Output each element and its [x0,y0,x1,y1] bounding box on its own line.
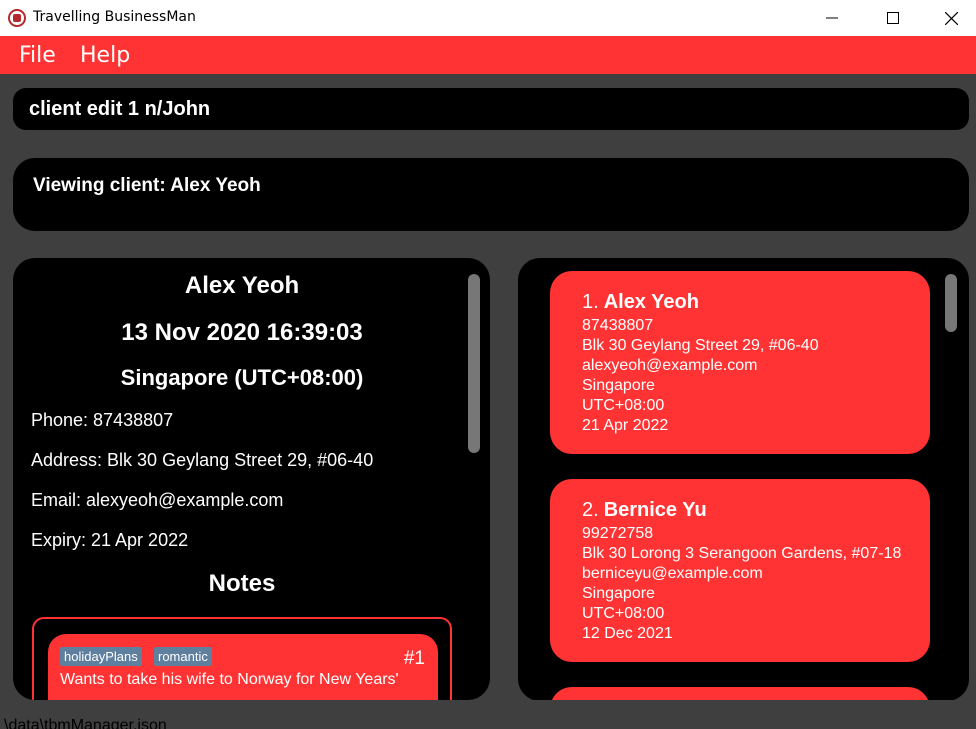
result-display: Viewing client: Alex Yeoh [13,158,969,231]
client-list-panel: 1. Alex Yeoh 87438807 Blk 30 Geylang Stre… [518,258,969,701]
menu-bar: File Help [0,36,976,74]
window-title: Travelling BusinessMan [33,9,196,25]
save-location: \data\tbmManager.json [4,717,167,729]
status-bar: \data\tbmManager.json [0,700,976,729]
menu-file[interactable]: File [19,43,56,68]
client-timezone: UTC+08:00 [582,397,665,414]
client-detail-panel: Alex Yeoh 13 Nov 2020 16:39:03 Singapore… [13,258,490,700]
detail-phone: Phone: 87438807 [31,410,174,430]
client-card[interactable]: 2. Bernice Yu 99272758 Blk 30 Lorong 3 Se… [550,479,930,662]
client-card-header: 2. Bernice Yu [582,499,707,522]
client-email: berniceyu@example.com [582,565,763,582]
title-bar: Travelling BusinessMan [0,0,976,36]
close-button[interactable] [922,0,976,36]
client-email: alexyeoh@example.com [582,357,758,374]
list-scrollbar[interactable] [945,274,957,332]
client-country: Singapore [582,377,655,394]
client-index: 2. [582,499,599,521]
detail-timezone: Singapore (UTC+08:00) [120,365,364,390]
client-timezone: UTC+08:00 [582,605,665,622]
command-input[interactable]: client edit 1 n/John [13,88,969,130]
client-address: Blk 30 Lorong 3 Serangoon Gardens, #07-1… [582,545,902,562]
detail-expiry: Expiry: 21 Apr 2022 [31,530,189,550]
note-tag: romantic [154,647,212,666]
maximize-icon [887,12,899,24]
note-text: Wants to take his wife to Norway for New… [60,671,399,688]
notes-heading: Notes [208,570,276,597]
client-address: Blk 30 Geylang Street 29, #06-40 [582,337,819,354]
note-number: #1 [403,648,425,669]
client-expiry: 21 Apr 2022 [582,417,669,434]
maximize-button[interactable] [864,0,922,36]
result-message: Viewing client: Alex Yeoh [33,175,261,196]
note-tag: holidayPlans [60,647,142,666]
detail-name: Alex Yeoh [184,272,300,299]
detail-local-time: 13 Nov 2020 16:39:03 [121,319,363,346]
client-phone: 99272758 [582,525,654,542]
command-text: client edit 1 n/John [29,98,211,120]
client-country: Singapore [582,585,655,602]
detail-email: Email: alexyeoh@example.com [31,490,284,510]
client-expiry: 12 Dec 2021 [582,625,673,642]
client-name: Alex Yeoh [603,291,699,313]
client-card-header: 1. Alex Yeoh [582,291,699,314]
minimize-icon [826,17,838,19]
notes-list[interactable]: holidayPlans romantic #1 Wants to take h… [32,617,452,700]
menu-help[interactable]: Help [80,43,130,68]
note-card[interactable]: holidayPlans romantic #1 Wants to take h… [48,634,438,700]
app-logo-icon [8,9,26,27]
close-icon [944,11,958,25]
client-phone: 87438807 [582,317,654,334]
client-name: Bernice Yu [603,499,707,521]
client-card[interactable]: 1. Alex Yeoh 87438807 Blk 30 Geylang Stre… [550,271,930,454]
client-index: 1. [582,291,599,313]
detail-address: Address: Blk 30 Geylang Street 29, #06-4… [31,450,374,470]
minimize-button[interactable] [803,0,861,36]
client-card[interactable] [550,687,930,701]
detail-scrollbar[interactable] [468,274,480,453]
